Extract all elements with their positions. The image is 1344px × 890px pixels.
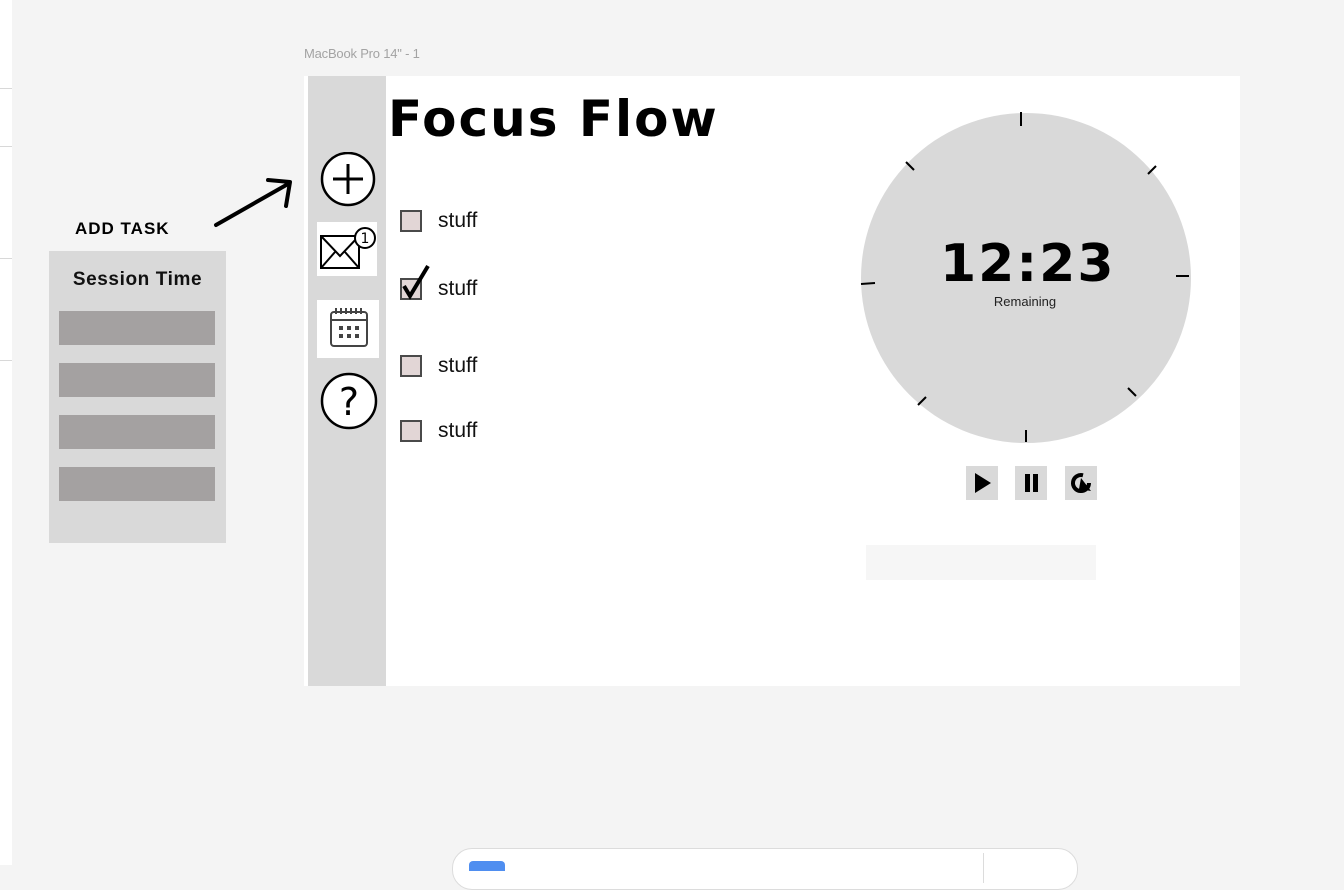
session-slot[interactable] [59, 415, 215, 449]
session-slot[interactable] [59, 363, 215, 397]
task-item[interactable]: stuff [400, 264, 478, 304]
sidebar: 1 ? [308, 76, 386, 686]
task-checkbox[interactable] [400, 210, 422, 232]
pause-button[interactable] [1015, 466, 1047, 500]
app-title: Focus Flow [388, 90, 719, 148]
task-checkbox[interactable] [400, 420, 422, 442]
play-icon [975, 473, 991, 493]
ruler-tick [0, 146, 12, 147]
mail-icon[interactable]: 1 [317, 222, 377, 276]
ruler-tick [0, 360, 12, 361]
ruler-tick [0, 258, 12, 259]
toolbar-move-icon[interactable] [469, 861, 505, 871]
task-label: stuff [438, 354, 478, 377]
help-icon[interactable]: ? [318, 372, 380, 432]
mail-badge: 1 [361, 231, 370, 247]
timer-progress-placeholder [866, 545, 1096, 580]
ruler-tick [0, 88, 12, 89]
toolbar-divider [983, 853, 984, 883]
task-item[interactable]: stuff [400, 416, 477, 446]
restart-icon [1071, 473, 1092, 493]
session-slot[interactable] [59, 467, 215, 501]
app-frame: 1 ? Focus Flow stuff stuff stuff stuff 1… [308, 76, 1240, 686]
task-checkbox-checked[interactable] [400, 264, 430, 300]
task-label: stuff [438, 209, 478, 232]
canvas-toolbar[interactable] [452, 848, 1078, 890]
calendar-icon[interactable] [317, 300, 379, 358]
task-item[interactable]: stuff [400, 206, 477, 236]
task-label: stuff [438, 419, 478, 442]
frame-label[interactable]: MacBook Pro 14" - 1 [304, 46, 420, 61]
add-task-annotation: ADD TASK [75, 219, 170, 238]
pause-icon [1025, 474, 1038, 492]
add-task-icon[interactable] [318, 152, 380, 208]
timer-remaining-label: Remaining [993, 294, 1057, 309]
timer-remaining-time: 12:23 [940, 234, 1116, 294]
restart-button[interactable] [1065, 466, 1097, 500]
session-time-panel: Session Time [49, 251, 226, 543]
session-slot[interactable] [59, 311, 215, 345]
task-item[interactable]: stuff [400, 351, 477, 381]
svg-text:?: ? [339, 380, 359, 424]
play-button[interactable] [966, 466, 998, 500]
session-time-title: Session Time [72, 269, 203, 290]
arrow-icon [214, 178, 292, 227]
task-label: stuff [438, 277, 478, 300]
canvas-left-ruler [0, 0, 12, 865]
task-checkbox[interactable] [400, 355, 422, 377]
checkmark-icon [402, 264, 430, 300]
